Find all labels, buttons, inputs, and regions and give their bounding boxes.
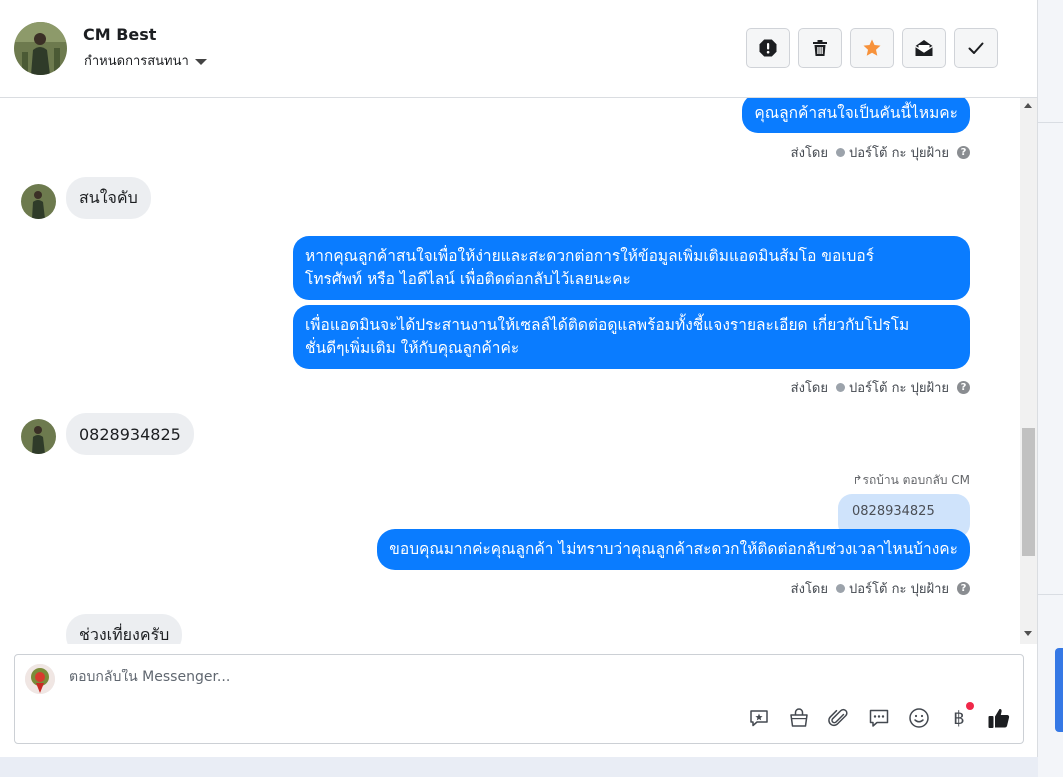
payment-icon: ฿ <box>953 707 965 729</box>
scroll-thumb[interactable] <box>1022 428 1035 556</box>
assign-conversation-dropdown[interactable]: กำหนดการสนทนา <box>84 50 207 71</box>
right-side-panel <box>1038 0 1063 777</box>
help-icon[interactable]: ? <box>957 381 970 394</box>
message-incoming: ช่วงเที่ยงครับ <box>66 614 183 644</box>
message-text-line: เพื่อแอดมินจะได้ประสานงานให้เซลล์ได้ติดต… <box>305 316 910 334</box>
message-incoming: 0828934825 <box>66 413 194 455</box>
message-text: สนใจคับ <box>79 187 138 207</box>
emoji-icon <box>909 708 929 728</box>
reply-note-text: รถบ้าน ตอบกลับ CM <box>862 473 970 487</box>
contact-avatar[interactable] <box>14 22 67 75</box>
message-text: ขอบคุณมากค่ะคุณลูกค้า ไม่ทราบว่าคุณลูกค้… <box>389 540 958 558</box>
divider <box>1038 122 1063 123</box>
reply-arrow-icon: ↱ <box>852 473 863 487</box>
divider <box>1038 594 1063 595</box>
emoji-button[interactable] <box>907 706 931 730</box>
message-incoming: สนใจคับ <box>66 177 151 219</box>
attachment-icon <box>828 708 848 727</box>
saved-reply-icon <box>750 710 768 727</box>
contact-name: CM Best <box>83 25 157 44</box>
saved-reply-button[interactable] <box>747 706 771 730</box>
verified-icon <box>836 584 845 593</box>
agent-name[interactable]: ปอร์โต้ กะ ปุยฝ้าย <box>849 142 949 163</box>
sent-by-meta: ส่งโดย ปอร์โต้ กะ ปุยฝ้าย ? <box>791 142 970 163</box>
scroll-down-arrow[interactable] <box>1024 631 1032 636</box>
message-outgoing: ขอบคุณมากค่ะคุณลูกค้า ไม่ทราบว่าคุณลูกค้… <box>377 529 970 570</box>
header-actions <box>746 28 998 68</box>
sent-by-label: ส่งโดย <box>790 146 828 161</box>
quick-reply-button[interactable] <box>867 706 891 730</box>
quoted-text: 0828934825 <box>852 504 935 519</box>
alert-icon <box>759 39 777 57</box>
mark-unread-button[interactable] <box>902 28 946 68</box>
contact-avatar-small <box>21 419 56 454</box>
side-panel-tab[interactable] <box>1055 648 1063 732</box>
quick-reply-icon <box>869 709 889 727</box>
verified-icon <box>836 148 845 157</box>
message-outgoing: คุณลูกค้าสนใจเป็นคันนี้ไหมคะ <box>742 98 970 133</box>
delete-button[interactable] <box>798 28 842 68</box>
contact-avatar-small <box>21 184 56 219</box>
caret-down-icon <box>194 58 207 65</box>
star-button[interactable] <box>850 28 894 68</box>
conversation-panel: CM Best กำหนดการสนทนา คุณลูกค้าสนใจเป็นค… <box>0 0 1038 757</box>
message-scrollbar[interactable] <box>1020 98 1037 644</box>
notification-dot <box>966 702 974 710</box>
message-text-line: หากคุณลูกค้าสนใจเพื่อให้ง่ายและสะดวกต่อก… <box>305 247 875 265</box>
assign-label: กำหนดการสนทนา <box>84 54 189 69</box>
sent-by-label: ส่งโดย <box>790 381 828 396</box>
help-icon[interactable]: ? <box>957 146 970 159</box>
message-text: คุณลูกค้าสนใจเป็นคันนี้ไหมคะ <box>754 104 958 122</box>
sent-by-meta: ส่งโดย ปอร์โต้ กะ ปุยฝ้าย ? <box>791 377 970 398</box>
shop-icon <box>790 708 808 727</box>
payment-button[interactable]: ฿ <box>947 702 974 730</box>
conversation-header: CM Best กำหนดการสนทนา <box>0 0 1037 98</box>
sent-by-label: ส่งโดย <box>790 582 828 597</box>
reply-input[interactable] <box>69 669 969 685</box>
help-icon[interactable]: ? <box>957 582 970 595</box>
shop-button[interactable] <box>787 706 811 730</box>
message-outgoing: เพื่อแอดมินจะได้ประสานงานให้เซลล์ได้ติดต… <box>293 305 970 369</box>
agent-name[interactable]: ปอร์โต้ กะ ปุยฝ้าย <box>849 578 949 599</box>
envelope-open-icon <box>915 40 933 56</box>
check-icon <box>968 42 984 54</box>
reply-note: ↱รถบ้าน ตอบกลับ CM <box>852 471 970 490</box>
attachment-button[interactable] <box>827 706 851 730</box>
message-text-line: ชั่นดีๆเพิ่มเติม ให้กับคุณลูกค้าค่ะ <box>305 339 520 357</box>
message-text: 0828934825 <box>79 424 181 444</box>
star-icon <box>863 39 881 56</box>
scroll-up-arrow[interactable] <box>1024 103 1032 108</box>
like-button[interactable] <box>987 706 1011 730</box>
like-icon <box>988 708 1010 728</box>
composer-toolbar: ฿ <box>747 702 1011 730</box>
agent-name[interactable]: ปอร์โต้ กะ ปุยฝ้าย <box>849 377 949 398</box>
page-avatar <box>25 664 55 694</box>
verified-icon <box>836 383 845 392</box>
trash-icon <box>813 40 827 56</box>
mark-done-button[interactable] <box>954 28 998 68</box>
message-text-line: โทรศัพท์ หรือ ไอดีไลน์ เพื่อติดต่อกลับไว… <box>305 270 631 288</box>
sent-by-meta: ส่งโดย ปอร์โต้ กะ ปุยฝ้าย ? <box>791 578 970 599</box>
mark-spam-button[interactable] <box>746 28 790 68</box>
message-text: ช่วงเที่ยงครับ <box>79 624 170 644</box>
message-outgoing: หากคุณลูกค้าสนใจเพื่อให้ง่ายและสะดวกต่อก… <box>293 236 970 300</box>
message-list: คุณลูกค้าสนใจเป็นคันนี้ไหมคะ ส่งโดย ปอร์… <box>0 98 1020 644</box>
reply-composer: ฿ <box>14 654 1024 744</box>
